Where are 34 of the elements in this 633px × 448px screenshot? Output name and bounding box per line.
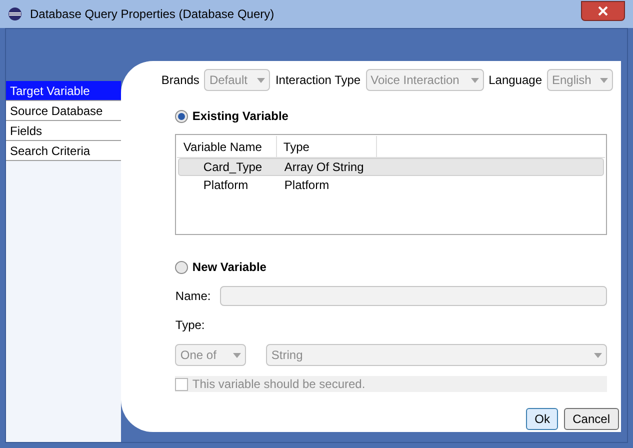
table-cell-text: Platform <box>283 177 330 194</box>
sidebar-item[interactable]: Source Database <box>6 101 122 121</box>
field-label: Name: <box>175 288 210 305</box>
app-icon <box>8 7 22 21</box>
column-header[interactable]: Variable Name <box>177 136 278 157</box>
caret-icon <box>257 78 266 82</box>
caret-icon <box>594 352 602 358</box>
radio-button[interactable] <box>175 260 188 274</box>
table-row[interactable]: Card_Type Array Of String <box>178 158 604 176</box>
filter-label: Interaction Type <box>275 72 361 89</box>
dialog-button[interactable]: Ok <box>526 408 558 430</box>
sidebar-item[interactable]: Target Variable <box>6 81 122 101</box>
close-button[interactable] <box>581 1 625 21</box>
table-cell-text: Platform <box>202 177 250 194</box>
name-field[interactable] <box>220 286 607 306</box>
sidebar-item[interactable]: Fields <box>6 121 122 141</box>
table-cell-text: Array Of String <box>283 159 364 176</box>
close-icon <box>598 6 608 16</box>
sidebar-item[interactable]: Search Criteria <box>6 141 122 161</box>
caret-icon <box>470 78 479 82</box>
filter-label: Brands <box>161 72 200 89</box>
caret-icon <box>600 78 608 82</box>
caret-icon <box>233 352 242 358</box>
radio-button[interactable] <box>175 110 188 122</box>
dialog-button[interactable]: Cancel <box>564 408 619 430</box>
radio-label: Existing Variable <box>192 108 288 125</box>
checkbox-label: This variable should be secured. <box>192 376 366 393</box>
window-title: Database Query Properties (Database Query) <box>30 6 276 23</box>
column-header[interactable]: Type <box>277 136 378 157</box>
table-row[interactable]: Platform Platform <box>178 176 604 194</box>
table-cell-text: Card_Type <box>202 159 264 176</box>
field-label: Type: <box>175 317 206 334</box>
radio-label: New Variable <box>192 259 266 276</box>
filter-label: Language <box>488 72 542 89</box>
